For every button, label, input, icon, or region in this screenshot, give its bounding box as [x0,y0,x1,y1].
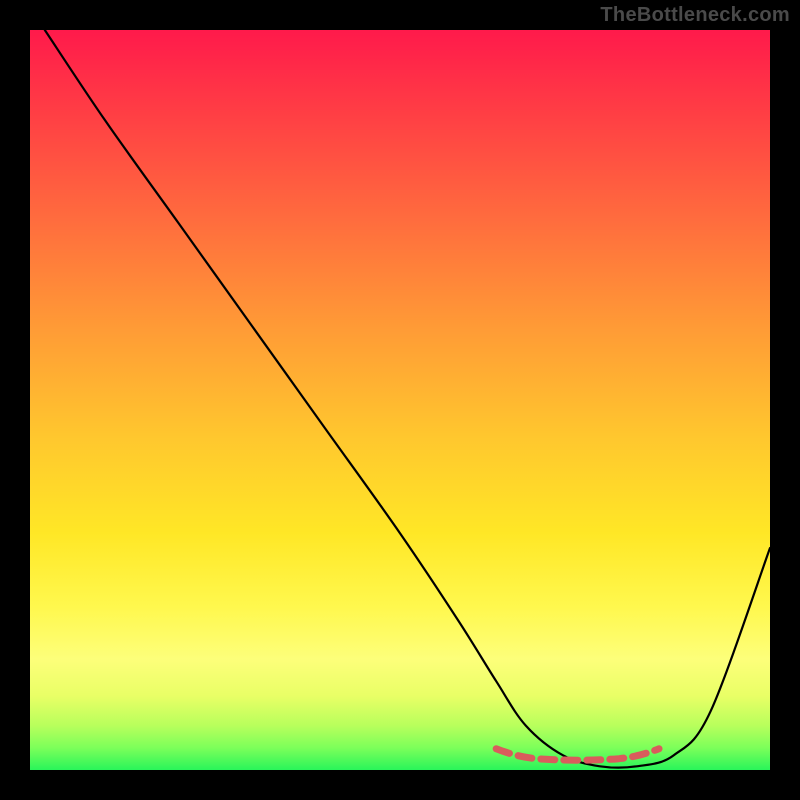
watermark-text: TheBottleneck.com [600,4,790,27]
optimal-zone-marker [30,30,770,770]
plot-area [30,30,770,770]
chart-root: TheBottleneck.com [0,0,800,800]
